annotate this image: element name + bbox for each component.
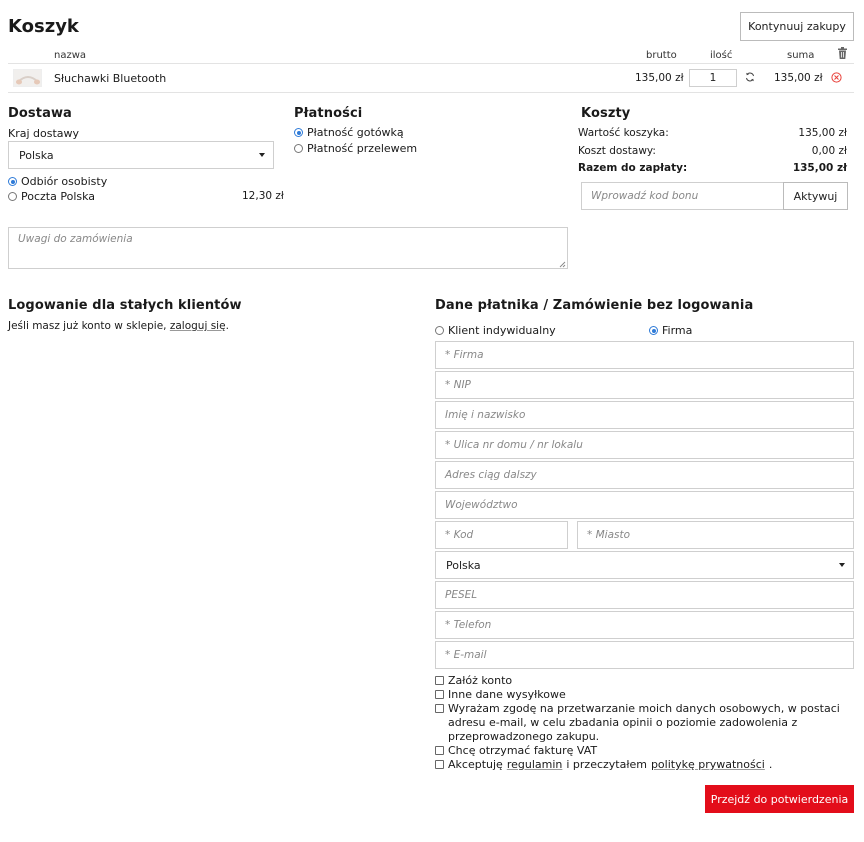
delivery-option-pickup[interactable]: Odbiór osobisty [8, 175, 107, 188]
remove-item-icon[interactable] [831, 72, 842, 83]
headphones-image [16, 76, 40, 85]
col-header-gross: brutto [646, 50, 677, 61]
total-value: 135,00 zł [792, 162, 847, 174]
shipping-cost-label: Koszt dostawy: [578, 145, 656, 157]
other-shipping-option[interactable]: Inne dane wysyłkowe [435, 688, 566, 701]
order-notes-textarea[interactable]: Uwagi do zamówienia [8, 227, 568, 269]
continue-shopping-button[interactable]: Kontynuuj zakupy [740, 12, 854, 41]
street-field[interactable]: * Ulica nr domu / nr lokalu [435, 431, 854, 459]
radio-selected-icon[interactable] [649, 326, 658, 335]
payment-option-cash[interactable]: Płatność gotówką [294, 126, 404, 139]
checkbox[interactable] [435, 690, 444, 699]
chevron-down-icon [839, 563, 845, 567]
customer-type-label: Klient indywidualny [448, 324, 556, 337]
cart-value: 135,00 zł [798, 127, 847, 139]
province-field[interactable]: Województwo [435, 491, 854, 519]
phone-field[interactable]: * Telefon [435, 611, 854, 639]
proceed-to-confirmation-button[interactable]: Przejdź do potwierdzenia [705, 785, 854, 813]
radio-selected-icon[interactable] [294, 128, 303, 137]
login-text-before: Jeśli masz już konto w sklepie, [8, 320, 167, 332]
delivery-title: Dostawa [8, 106, 72, 121]
chevron-down-icon [259, 153, 265, 157]
checkbox[interactable] [435, 676, 444, 685]
payment-option-transfer[interactable]: Płatność przelewem [294, 142, 417, 155]
delivery-country-label: Kraj dostawy [8, 127, 80, 140]
product-gross-price: 135,00 zł [635, 72, 684, 84]
login-text: Jeśli masz już konto w sklepie, zaloguj … [8, 320, 229, 332]
login-link[interactable]: zaloguj się [170, 320, 226, 332]
checkbox-label: Wyrażam zgodę na przetwarzanie moich dan… [448, 702, 840, 743]
name-field[interactable]: Imię i nazwisko [435, 401, 854, 429]
payment-title: Płatności [294, 106, 363, 121]
zip-field[interactable]: * Kod [435, 521, 568, 549]
product-name[interactable]: Słuchawki Bluetooth [54, 72, 166, 85]
pesel-field[interactable]: PESEL [435, 581, 854, 609]
quantity-input[interactable]: 1 [689, 69, 737, 87]
page-title: Koszyk [8, 16, 79, 37]
product-thumbnail[interactable] [13, 69, 42, 87]
col-header-qty: ilość [710, 50, 733, 61]
checkbox[interactable] [435, 746, 444, 755]
city-field[interactable]: * Miasto [577, 521, 854, 549]
customer-type-individual[interactable]: Klient indywidualny [435, 324, 556, 337]
col-header-name: nazwa [54, 50, 87, 61]
checkbox-label: Załóż konto [448, 674, 513, 687]
email-field[interactable]: * E-mail [435, 641, 854, 669]
product-sum: 135,00 zł [774, 72, 823, 84]
delivery-option-label: Poczta Polska [21, 190, 96, 203]
checkbox[interactable] [435, 704, 444, 713]
costs-title: Koszty [581, 106, 631, 121]
customer-type-company[interactable]: Firma [649, 324, 692, 337]
trash-icon[interactable] [837, 47, 848, 59]
login-text-after: . [225, 320, 229, 332]
total-label: Razem do zapłaty: [578, 162, 688, 174]
privacy-policy-link[interactable]: politykę prywatności [651, 758, 765, 771]
cart-value-label: Wartość koszyka: [578, 127, 669, 139]
resize-handle-icon[interactable] [558, 260, 566, 268]
payer-title: Dane płatnika / Zamówienie bez logowania [435, 298, 754, 313]
col-header-sum: suma [787, 50, 815, 61]
consent-option[interactable]: Wyrażam zgodę na przetwarzanie moich dan… [435, 702, 854, 744]
delivery-country-select[interactable]: Polska [8, 141, 274, 169]
shipping-cost: 0,00 zł [811, 145, 847, 157]
delivery-option-post[interactable]: Poczta Polska [8, 190, 95, 203]
customer-type-label: Firma [662, 324, 693, 337]
activate-voucher-button[interactable]: Aktywuj [783, 182, 848, 210]
login-title: Logowanie dla stałych klientów [8, 298, 242, 313]
checkbox-label: Akceptuję [448, 758, 503, 771]
delivery-option-price: 12,30 zł [242, 190, 284, 202]
checkbox-label: Inne dane wysyłkowe [448, 688, 566, 701]
payment-option-label: Płatność przelewem [307, 142, 418, 155]
payer-country-select[interactable]: Polska [435, 551, 854, 579]
accept-terms-option[interactable]: Akceptuję regulamin i przeczytałem polit… [435, 758, 772, 771]
checkbox-label: . [768, 758, 773, 771]
checkbox-label: Chcę otrzymać fakturę VAT [448, 744, 598, 757]
checkbox[interactable] [435, 760, 444, 769]
company-field[interactable]: * Firma [435, 341, 854, 369]
payment-option-label: Płatność gotówką [307, 126, 404, 139]
delivery-country-value: Polska [19, 148, 54, 162]
payer-country-value: Polska [446, 558, 481, 572]
radio-icon[interactable] [8, 192, 17, 201]
nip-field[interactable]: * NIP [435, 371, 854, 399]
checkbox-label: i przeczytałem [566, 758, 647, 771]
radio-icon[interactable] [435, 326, 444, 335]
create-account-option[interactable]: Załóż konto [435, 674, 512, 687]
delivery-option-label: Odbiór osobisty [21, 175, 108, 188]
voucher-input[interactable]: Wprowadź kod bonu [581, 182, 784, 210]
vat-invoice-option[interactable]: Chcę otrzymać fakturę VAT [435, 744, 597, 757]
divider [8, 92, 854, 93]
refresh-icon[interactable] [745, 72, 755, 82]
radio-selected-icon[interactable] [8, 177, 17, 186]
radio-icon[interactable] [294, 144, 303, 153]
address2-field[interactable]: Adres ciąg dalszy [435, 461, 854, 489]
divider [8, 63, 854, 64]
terms-link[interactable]: regulamin [507, 758, 563, 771]
